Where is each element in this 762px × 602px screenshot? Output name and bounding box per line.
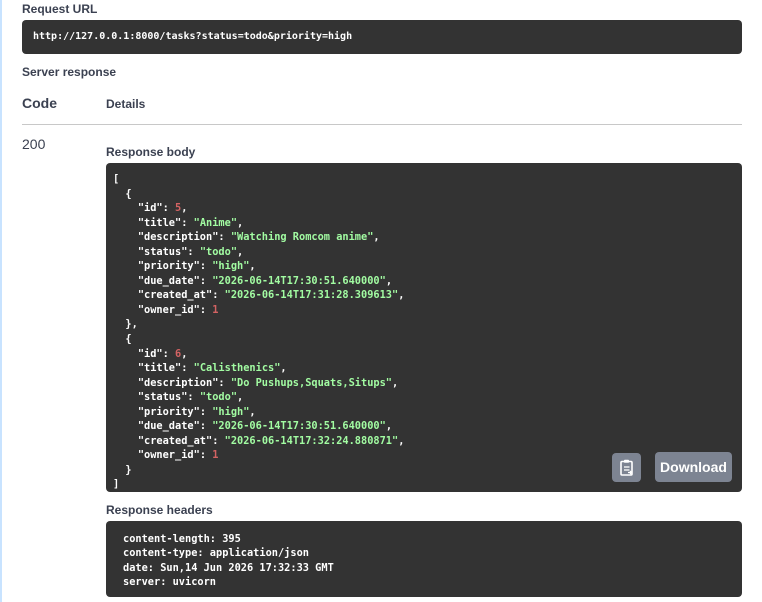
copy-to-clipboard-button[interactable] (612, 453, 641, 482)
item-1-status: "todo" (199, 391, 238, 404)
item-0-status: "todo" (199, 245, 238, 258)
item-0-id: 5 (175, 202, 182, 215)
clipboard-copy-icon (619, 459, 633, 476)
item-1-priority: "high" (212, 405, 250, 418)
item-1-title: "Calisthenics" (193, 362, 281, 375)
response-body-json: [ { "id": 5, "title": "Anime", "descript… (113, 173, 405, 491)
item-1-description: "Do Pushups,Squats,Situps" (230, 376, 392, 389)
item-0-created-at: "2026-06-14T17:31:28.309613" (224, 289, 399, 302)
header-line: server: uvicorn (123, 575, 216, 588)
item-1-id: 6 (175, 347, 182, 360)
item-1-owner-id: 1 (212, 449, 219, 462)
header-line: content-length: 395 (123, 533, 241, 545)
table-divider (22, 124, 742, 125)
item-0-description: "Watching Romcom anime" (230, 231, 374, 244)
server-response-label: Server response (22, 65, 117, 79)
header-line: content-type: application/json (123, 547, 309, 560)
section-left-border (0, 0, 2, 602)
response-headers-label: Response headers (106, 503, 213, 517)
item-0-priority: "high" (212, 260, 250, 273)
header-line: date: Sun,14 Jun 2026 17:32:33 GMT (123, 561, 334, 574)
item-0-due-date: "2026-06-14T17:30:51.640000" (212, 274, 386, 287)
response-body-code[interactable]: [ { "id": 5, "title": "Anime", "descript… (106, 163, 742, 492)
item-1-created-at: "2026-06-14T17:32:24.880871" (224, 434, 399, 447)
request-url-value[interactable]: http://127.0.0.1:8000/tasks?status=todo&… (22, 20, 742, 54)
item-1-due-date: "2026-06-14T17:30:51.640000" (212, 420, 386, 433)
item-0-title: "Anime" (193, 216, 238, 229)
code-column-header: Code (22, 95, 57, 111)
request-url-label: Request URL (22, 2, 98, 16)
response-body-label: Response body (106, 145, 196, 159)
download-button[interactable]: Download (655, 452, 732, 482)
status-code: 200 (22, 136, 46, 152)
details-column-header: Details (106, 97, 146, 111)
response-headers-code[interactable]: content-length: 395 content-type: applic… (106, 521, 742, 597)
item-0-owner-id: 1 (212, 303, 219, 316)
